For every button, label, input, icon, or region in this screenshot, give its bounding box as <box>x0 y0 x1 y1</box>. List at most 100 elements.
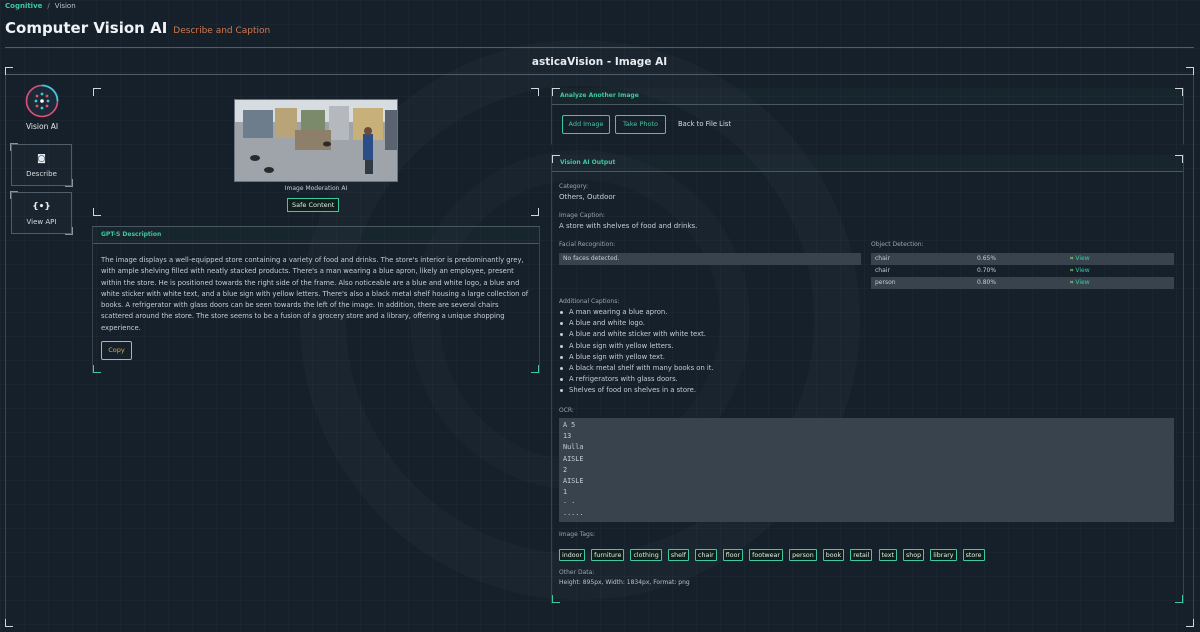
object-view-link[interactable]: ⌗ View <box>1070 277 1090 289</box>
panel-corner <box>552 595 560 603</box>
copy-button[interactable]: Copy <box>101 341 132 360</box>
back-to-file-list-link[interactable]: Back to File List <box>678 120 731 128</box>
breadcrumb-link-cognitive[interactable]: Cognitive <box>5 2 42 10</box>
crop-icon: ⌗ <box>1070 255 1074 262</box>
panel-corner <box>531 88 539 96</box>
panel-corner <box>93 365 101 373</box>
image-caption-label: Image Caption: <box>559 212 605 219</box>
tag: chair <box>695 549 717 561</box>
ocr-line: Nulla <box>563 443 584 452</box>
object-detection-label: Object Detection: <box>871 241 924 248</box>
page-title: Computer Vision AI Describe and Caption <box>5 19 270 37</box>
vision-ai-logo <box>25 84 59 118</box>
ocr-line: A 5 <box>563 421 576 429</box>
tag: person <box>789 549 817 561</box>
crop-icon: ⌗ <box>1070 279 1074 286</box>
ocr-line: ····· <box>563 510 584 519</box>
panel-corner <box>531 208 539 216</box>
object-name: chair <box>875 255 890 262</box>
additional-captions-label: Additional Captions: <box>559 298 620 305</box>
ocr-label: OCR: <box>559 407 574 414</box>
image-icon: ◙ <box>37 154 46 164</box>
panel-corner <box>1175 155 1183 163</box>
object-name: person <box>875 279 896 286</box>
list-item: A blue and white logo. <box>559 318 714 329</box>
breadcrumb-separator: / <box>47 2 50 10</box>
panel-corner <box>1175 88 1183 96</box>
button-corner <box>10 143 18 151</box>
other-data-value: Height: 895px, Width: 1834px, Format: pn… <box>559 579 690 586</box>
tag: furniture <box>591 549 625 561</box>
tag: book <box>822 549 845 561</box>
ocr-line: AISLE <box>563 454 584 463</box>
facial-recognition-label: Facial Recognition: <box>559 241 616 248</box>
ocr-line: AISLE <box>563 476 584 485</box>
panel-corner <box>552 88 560 96</box>
page-subtitle: Describe and Caption <box>173 26 271 36</box>
description-heading: GPT-S Description <box>93 227 539 244</box>
describe-button-label: Describe <box>26 170 57 178</box>
list-item: A blue and white sticker with white text… <box>559 329 714 340</box>
button-corner <box>10 191 18 199</box>
object-view-label: View <box>1075 255 1090 262</box>
tag: shop <box>903 549 925 561</box>
view-api-button[interactable]: {•} View API <box>10 191 73 235</box>
code-icon: {•} <box>32 202 51 212</box>
page-title-text: Computer Vision AI <box>5 19 168 37</box>
object-name: chair <box>875 267 890 274</box>
frame-title: asticaVision - Image AI <box>531 56 668 68</box>
breadcrumb-current: Vision <box>54 2 76 10</box>
panel-corner <box>1175 595 1183 603</box>
object-view-link[interactable]: ⌗ View <box>1070 265 1090 277</box>
tag: floor <box>722 549 744 561</box>
tag: text <box>878 549 897 561</box>
safe-content-badge: Safe Content <box>287 198 340 212</box>
category-label: Category: <box>559 183 588 190</box>
category-value: Others, Outdoor <box>559 193 616 201</box>
frame-corner <box>1186 619 1194 627</box>
description-text: The image displays a well-equipped store… <box>101 256 529 332</box>
analyzed-image-thumbnail[interactable] <box>234 99 398 182</box>
frame-left-border <box>5 74 6 627</box>
button-corner <box>65 227 73 235</box>
object-row: chair 0.65% ⌗ View <box>871 253 1174 265</box>
ocr-text-box[interactable]: A 5 13 Nulla AISLE 2 AISLE 1 · · ····· <box>559 418 1174 522</box>
tag: clothing <box>630 549 662 561</box>
panel-corner <box>552 155 560 163</box>
breadcrumb: Cognitive / Vision <box>5 2 76 10</box>
list-item: A refrigerators with glass doors. <box>559 374 714 385</box>
ocr-line: 13 <box>563 432 572 441</box>
object-view-label: View <box>1075 279 1090 286</box>
object-row: chair 0.70% ⌗ View <box>871 265 1174 277</box>
tag: library <box>930 549 957 561</box>
panel-corner <box>93 88 101 96</box>
frame-right-border <box>1193 74 1194 627</box>
panel-corner <box>531 365 539 373</box>
frame-corner <box>5 67 13 75</box>
tag: shelf <box>667 549 689 561</box>
analyze-heading: Analyze Another Image <box>552 88 1183 105</box>
list-item: Shelves of food on shelves in a store. <box>559 385 714 396</box>
frame-corner <box>5 619 13 627</box>
image-tags-label: Image Tags: <box>559 531 596 538</box>
list-item: A blue sign with yellow letters. <box>559 341 714 352</box>
add-image-button[interactable]: Add Image <box>562 115 610 134</box>
store-image <box>235 100 397 181</box>
ocr-line: · · <box>563 499 576 508</box>
output-heading: Vision AI Output <box>552 155 1183 172</box>
other-data-label: Other Data: <box>559 569 595 576</box>
object-view-label: View <box>1075 267 1090 274</box>
ocr-line: 1 <box>563 488 568 497</box>
describe-button[interactable]: ◙ Describe <box>10 143 73 187</box>
object-row: person 0.80% ⌗ View <box>871 277 1174 289</box>
frame-corner <box>1186 67 1194 75</box>
take-photo-button[interactable]: Take Photo <box>615 115 666 134</box>
object-confidence: 0.65% <box>977 255 997 262</box>
button-corner <box>65 179 73 187</box>
image-caption-value: A store with shelves of food and drinks. <box>559 222 698 230</box>
list-item: A blue sign with yellow text. <box>559 352 714 363</box>
ocr-line: 2 <box>563 465 568 474</box>
list-item: A black metal shelf with many books on i… <box>559 363 714 374</box>
object-view-link[interactable]: ⌗ View <box>1070 253 1090 265</box>
additional-captions-list: A man wearing a blue apron. A blue and w… <box>559 307 714 397</box>
